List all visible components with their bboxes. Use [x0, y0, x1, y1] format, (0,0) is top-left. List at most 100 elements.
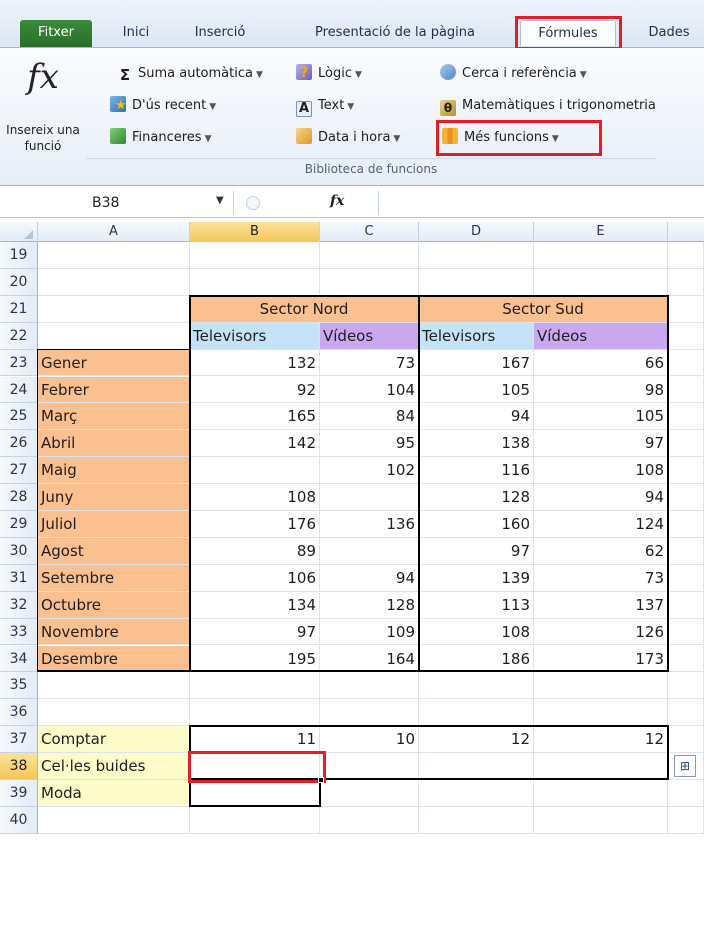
data-cell[interactable]: 160 [419, 511, 534, 538]
grid-cell[interactable] [190, 242, 320, 269]
data-cell[interactable]: 116 [419, 457, 534, 485]
math-functions-button[interactable]: θ Matemàtiques i trigonometria [440, 94, 656, 118]
tab-page-layout[interactable]: Presentació de la pàgina [286, 20, 504, 46]
row-header[interactable]: 40 [0, 806, 38, 834]
data-cell[interactable]: 134 [190, 591, 320, 619]
column-header-f[interactable] [668, 222, 704, 242]
grid-cell[interactable] [38, 806, 190, 834]
data-cell[interactable]: 108 [190, 484, 320, 511]
tab-file[interactable]: Fitxer [20, 20, 92, 47]
column-header-a[interactable]: A [38, 222, 190, 242]
data-cell[interactable]: 105 [534, 403, 668, 431]
stat-cell[interactable] [534, 753, 668, 780]
data-cell[interactable]: 62 [534, 537, 668, 565]
tab-data[interactable]: Dades [636, 20, 702, 46]
grid-cell[interactable] [668, 726, 704, 754]
data-cell[interactable]: 104 [320, 376, 419, 404]
stat-cell[interactable]: 12 [534, 726, 668, 754]
data-cell[interactable]: 128 [320, 591, 419, 619]
insert-function-icon[interactable]: fx [18, 53, 68, 103]
row-header[interactable]: 31 [0, 564, 38, 592]
data-cell[interactable]: 113 [419, 591, 534, 619]
grid-cell[interactable] [38, 242, 190, 269]
data-cell[interactable]: 102 [320, 457, 419, 485]
grid-cell[interactable] [668, 780, 704, 807]
grid-cell[interactable] [190, 268, 320, 296]
stat-label[interactable]: Comptar [38, 726, 190, 754]
grid-cell[interactable] [38, 672, 190, 700]
month-label[interactable]: Febrer [38, 376, 190, 404]
column-header-e[interactable]: E [534, 222, 668, 242]
row-header[interactable]: 19 [0, 242, 38, 269]
stat-label[interactable]: Cel·les buides [38, 753, 190, 780]
data-cell[interactable]: 186 [419, 645, 534, 673]
row-header[interactable]: 29 [0, 511, 38, 538]
grid-cell[interactable] [419, 242, 534, 269]
data-cell[interactable]: 94 [320, 564, 419, 592]
grid-cell[interactable] [320, 806, 419, 834]
grid-cell[interactable] [668, 806, 704, 834]
datetime-functions-button[interactable]: Data i hora ▼ [296, 126, 400, 150]
row-header[interactable]: 33 [0, 618, 38, 646]
row-header[interactable]: 22 [0, 322, 38, 350]
data-cell[interactable]: 105 [419, 376, 534, 404]
tab-formulas[interactable]: Fórmules [520, 20, 616, 46]
stat-cell[interactable] [419, 753, 534, 780]
tab-insert[interactable]: Inserció [178, 20, 262, 46]
data-cell[interactable]: 95 [320, 430, 419, 458]
grid-cell[interactable] [38, 295, 190, 323]
data-cell[interactable]: 94 [534, 484, 668, 511]
fill-handle[interactable] [318, 777, 324, 783]
grid-cell[interactable] [668, 511, 704, 538]
data-cell[interactable]: 109 [320, 618, 419, 646]
insert-function-fx-icon[interactable]: fx [330, 193, 344, 209]
grid-cell[interactable] [320, 672, 419, 700]
grid-cell[interactable] [320, 268, 419, 296]
grid-cell[interactable] [419, 268, 534, 296]
more-functions-button[interactable]: Més funcions ▼ [442, 126, 559, 150]
data-cell[interactable]: 98 [534, 376, 668, 404]
sector-sud-header[interactable]: Sector Sud [419, 295, 668, 323]
row-header[interactable]: 39 [0, 780, 38, 807]
grid-cell[interactable] [534, 780, 668, 807]
column-header-c[interactable]: C [320, 222, 419, 242]
autosum-button[interactable]: Σ Suma automàtica ▼ [118, 62, 263, 86]
lookup-functions-button[interactable]: Cerca i referència ▼ [440, 62, 587, 86]
grid-cell[interactable] [534, 699, 668, 727]
grid-cell[interactable] [190, 672, 320, 700]
stat-cell[interactable]: 10 [320, 726, 419, 754]
month-label[interactable]: Juliol [38, 511, 190, 538]
data-cell[interactable]: 139 [419, 564, 534, 592]
row-header[interactable]: 24 [0, 376, 38, 404]
data-cell[interactable]: 97 [419, 537, 534, 565]
grid-cell[interactable] [38, 699, 190, 727]
data-cell[interactable]: 108 [534, 457, 668, 485]
month-label[interactable]: Març [38, 403, 190, 431]
data-cell[interactable]: 124 [534, 511, 668, 538]
subheader-cell[interactable]: Vídeos [320, 322, 419, 350]
text-functions-button[interactable]: A Text ▼ [296, 94, 354, 118]
grid-cell[interactable] [190, 699, 320, 727]
row-header[interactable]: 30 [0, 537, 38, 565]
data-cell[interactable] [320, 537, 419, 565]
grid-cell[interactable] [668, 349, 704, 377]
grid-cell[interactable] [668, 564, 704, 592]
data-cell[interactable]: 108 [419, 618, 534, 646]
row-header[interactable]: 20 [0, 268, 38, 296]
formula-input[interactable] [378, 191, 704, 215]
subheader-cell[interactable]: Vídeos [534, 322, 668, 350]
month-label[interactable]: Abril [38, 430, 190, 458]
grid-cell[interactable] [534, 806, 668, 834]
data-cell[interactable]: 92 [190, 376, 320, 404]
autofill-options-icon[interactable]: ⊞ [674, 755, 696, 778]
logical-functions-button[interactable]: Lògic▼ [296, 61, 362, 86]
row-header[interactable]: 27 [0, 457, 38, 485]
grid-cell[interactable] [419, 806, 534, 834]
tab-home[interactable]: Inici [108, 20, 164, 46]
grid-cell[interactable] [419, 672, 534, 700]
data-cell[interactable]: 128 [419, 484, 534, 511]
grid-cell[interactable] [419, 780, 534, 807]
grid-cell[interactable] [419, 699, 534, 727]
grid-cell[interactable] [668, 242, 704, 269]
name-box[interactable]: B38 ▼ [0, 191, 234, 215]
